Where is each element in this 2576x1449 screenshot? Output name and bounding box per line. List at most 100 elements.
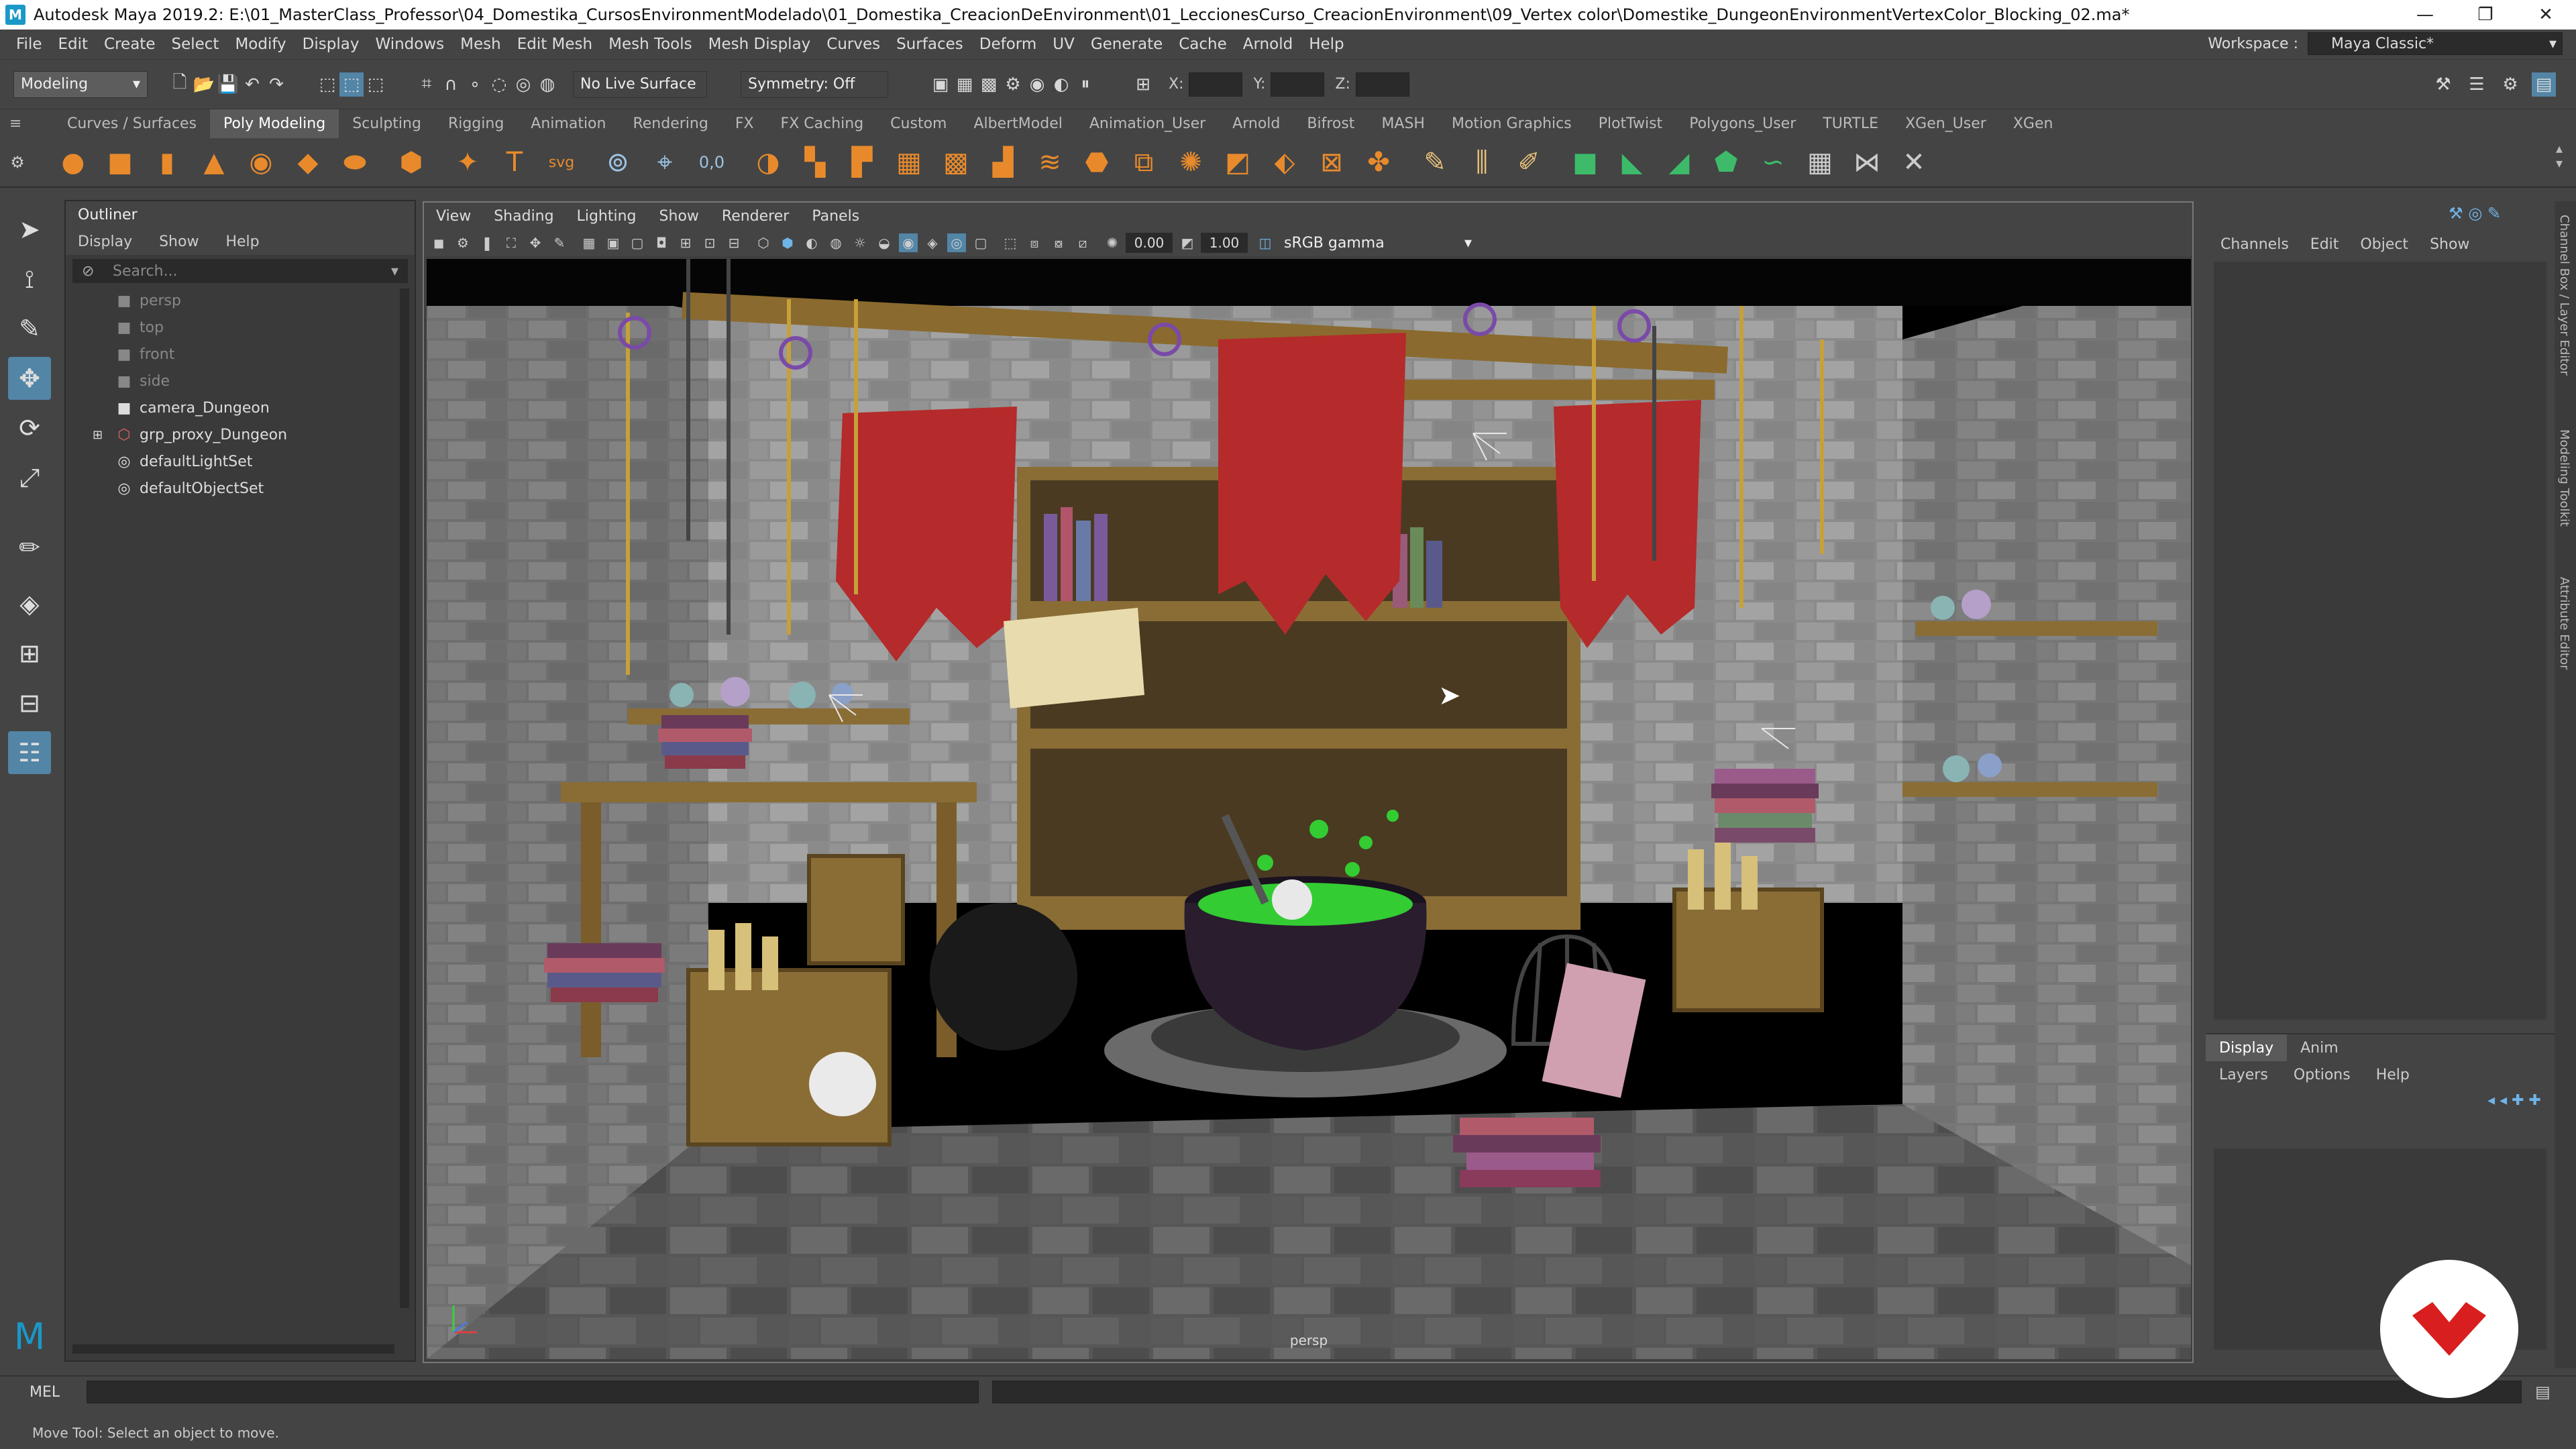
- poly-cylinder-icon[interactable]: ▮: [149, 144, 185, 180]
- outliner-scrollbar[interactable]: [400, 288, 409, 1308]
- shelf-tab-xgen[interactable]: XGen: [2000, 109, 2067, 139]
- viewport-menu-view[interactable]: View: [436, 208, 471, 225]
- tab-attribute-editor[interactable]: Attribute Editor: [2557, 577, 2571, 669]
- viewport-menu-lighting[interactable]: Lighting: [577, 208, 637, 225]
- menuset-dropdown[interactable]: Modeling ▾: [13, 70, 148, 98]
- bridge-icon[interactable]: ≋: [1032, 144, 1068, 180]
- shelf-tab-animation[interactable]: Animation: [517, 109, 619, 139]
- undo-icon[interactable]: ↶: [240, 72, 264, 97]
- menu-create[interactable]: Create: [104, 36, 155, 53]
- snap-grid-icon[interactable]: ⌗: [415, 72, 439, 97]
- tool-settings-icon[interactable]: ⚙: [2498, 72, 2522, 97]
- input-transform-icon[interactable]: ⊞: [1131, 72, 1155, 97]
- poke-icon[interactable]: ✤: [1360, 144, 1397, 180]
- render-view-icon[interactable]: ▣: [928, 72, 953, 97]
- menu-edit[interactable]: Edit: [58, 36, 89, 53]
- spherical-map-icon[interactable]: ⬟: [1708, 144, 1744, 180]
- poly-disc-icon[interactable]: ⬬: [337, 144, 373, 180]
- select-component-icon[interactable]: ⬚: [364, 72, 388, 97]
- triangulate-icon[interactable]: ◩: [1220, 144, 1256, 180]
- shelf-menu-icon[interactable]: ≡: [0, 115, 54, 132]
- outliner-item-front[interactable]: ■ front: [66, 341, 415, 368]
- ipr-render-icon[interactable]: ▩: [977, 72, 1001, 97]
- pause-icon[interactable]: ⏸: [1073, 72, 1097, 97]
- shelf-tab-rigging[interactable]: Rigging: [435, 109, 517, 139]
- menu-surfaces[interactable]: Surfaces: [896, 36, 963, 53]
- select-tool-icon[interactable]: ➤: [8, 208, 51, 251]
- menu-edit-mesh[interactable]: Edit Mesh: [517, 36, 592, 53]
- film-gate-icon[interactable]: ▣: [604, 233, 623, 252]
- wireframe-on-shaded-icon[interactable]: ◐: [802, 233, 821, 252]
- colorspace-dropdown[interactable]: sRGB gamma ▾: [1277, 233, 1479, 253]
- paint-select-tool-icon[interactable]: ✎: [8, 307, 51, 350]
- snap-live-icon[interactable]: ◍: [535, 72, 559, 97]
- viewport-menu-panels[interactable]: Panels: [812, 208, 859, 225]
- smooth-shade-icon[interactable]: ⬢: [778, 233, 797, 252]
- menu-help[interactable]: Help: [1309, 36, 1344, 53]
- tab-channel-box-layer-editor[interactable]: Channel Box / Layer Editor: [2557, 215, 2571, 376]
- layer-menu-layers[interactable]: Layers: [2219, 1067, 2268, 1083]
- channel-box-icon[interactable]: ▤: [2532, 72, 2556, 97]
- layout-uv-icon[interactable]: ✕: [1896, 144, 1932, 180]
- outliner-persp-layout-icon[interactable]: ☷: [8, 731, 51, 774]
- outliner-item-default-object-set[interactable]: ◎ defaultObjectSet: [66, 475, 415, 502]
- menu-cache[interactable]: Cache: [1179, 36, 1227, 53]
- symmetry-dropdown[interactable]: Symmetry: Off: [741, 70, 888, 98]
- platonic-solid-icon[interactable]: ⬢: [393, 144, 429, 180]
- channel-menu-edit[interactable]: Edit: [2310, 236, 2339, 253]
- isolate-select-icon[interactable]: ⬚: [1001, 233, 1020, 252]
- uv-snapshot-icon[interactable]: ⌖: [647, 144, 683, 180]
- menu-mesh-tools[interactable]: Mesh Tools: [608, 36, 692, 53]
- shelf-tab-polygons-user[interactable]: Polygons_User: [1676, 109, 1809, 139]
- safe-action-icon[interactable]: ⊡: [700, 233, 719, 252]
- gate-mask-icon[interactable]: ◘: [652, 233, 671, 252]
- outliner-menu-show[interactable]: Show: [159, 233, 199, 250]
- outliner-item-grp-proxy-dungeon[interactable]: ⊞ ⬡ grp_proxy_Dungeon: [66, 421, 415, 448]
- lasso-tool-icon[interactable]: ⟟: [8, 258, 51, 301]
- close-button[interactable]: ✕: [2516, 0, 2576, 30]
- snap-surface-icon[interactable]: ◎: [511, 72, 535, 97]
- menu-deform[interactable]: Deform: [979, 36, 1037, 53]
- hypershade-icon[interactable]: ◉: [1025, 72, 1049, 97]
- persp-graph-layout-icon[interactable]: ⊟: [8, 682, 51, 724]
- xray-icon[interactable]: ⧈: [1025, 233, 1044, 252]
- xray-joints-icon[interactable]: ⧄: [1073, 233, 1092, 252]
- grid-icon[interactable]: ▦: [580, 233, 598, 252]
- last-tool-icon[interactable]: ✏: [8, 526, 51, 569]
- menu-display[interactable]: Display: [303, 36, 360, 53]
- render-current-icon[interactable]: ▦: [953, 72, 977, 97]
- shelf-tab-plottwist[interactable]: PlotTwist: [1585, 109, 1676, 139]
- render-settings-icon[interactable]: ⚙: [1001, 72, 1025, 97]
- poly-cone-icon[interactable]: ▲: [196, 144, 232, 180]
- snap-view-icon[interactable]: ◌: [487, 72, 511, 97]
- layer-action-icons[interactable]: ◂ ◂ ✚ ✚: [2487, 1092, 2541, 1109]
- four-view-layout-icon[interactable]: ⊞: [8, 632, 51, 675]
- resolution-gate-icon[interactable]: ▢: [628, 233, 647, 252]
- select-object-icon[interactable]: ⬚: [339, 72, 364, 97]
- shelf-tab-arnold[interactable]: Arnold: [1219, 109, 1293, 139]
- multi-cut-icon[interactable]: ✎: [1417, 144, 1453, 180]
- menu-generate[interactable]: Generate: [1091, 36, 1163, 53]
- channel-menu-object[interactable]: Object: [2360, 236, 2408, 253]
- workspace-dropdown[interactable]: Maya Classic* ▾: [2308, 32, 2563, 55]
- channel-box-area[interactable]: [2214, 262, 2546, 1020]
- color-management-icon[interactable]: ◫: [1256, 233, 1275, 252]
- poly-plane-icon[interactable]: ◆: [290, 144, 326, 180]
- wedge-icon[interactable]: ⊠: [1313, 144, 1350, 180]
- single-perspective-layout-icon[interactable]: ◈: [8, 582, 51, 625]
- viewport-menu-renderer[interactable]: Renderer: [722, 208, 789, 225]
- minimize-button[interactable]: —: [2395, 0, 2455, 30]
- select-hierarchy-icon[interactable]: ⬚: [315, 72, 339, 97]
- planar-map-icon[interactable]: ◣: [1614, 144, 1650, 180]
- shelf-tab-motion-graphics[interactable]: Motion Graphics: [1438, 109, 1585, 139]
- grease-pencil-icon[interactable]: ✎: [550, 233, 569, 252]
- y-field[interactable]: [1271, 72, 1325, 97]
- tab-modeling-toolkit[interactable]: Modeling Toolkit: [2557, 429, 2571, 527]
- outliner-item-default-light-set[interactable]: ◎ defaultLightSet: [66, 448, 415, 475]
- menu-curves[interactable]: Curves: [826, 36, 880, 53]
- outliner-menu-display[interactable]: Display: [78, 233, 132, 250]
- bool-union-icon[interactable]: ▩: [938, 144, 974, 180]
- uv-editor-icon[interactable]: ■: [1567, 144, 1603, 180]
- menu-arnold[interactable]: Arnold: [1243, 36, 1293, 53]
- bookmarks-icon[interactable]: ❚: [478, 233, 496, 252]
